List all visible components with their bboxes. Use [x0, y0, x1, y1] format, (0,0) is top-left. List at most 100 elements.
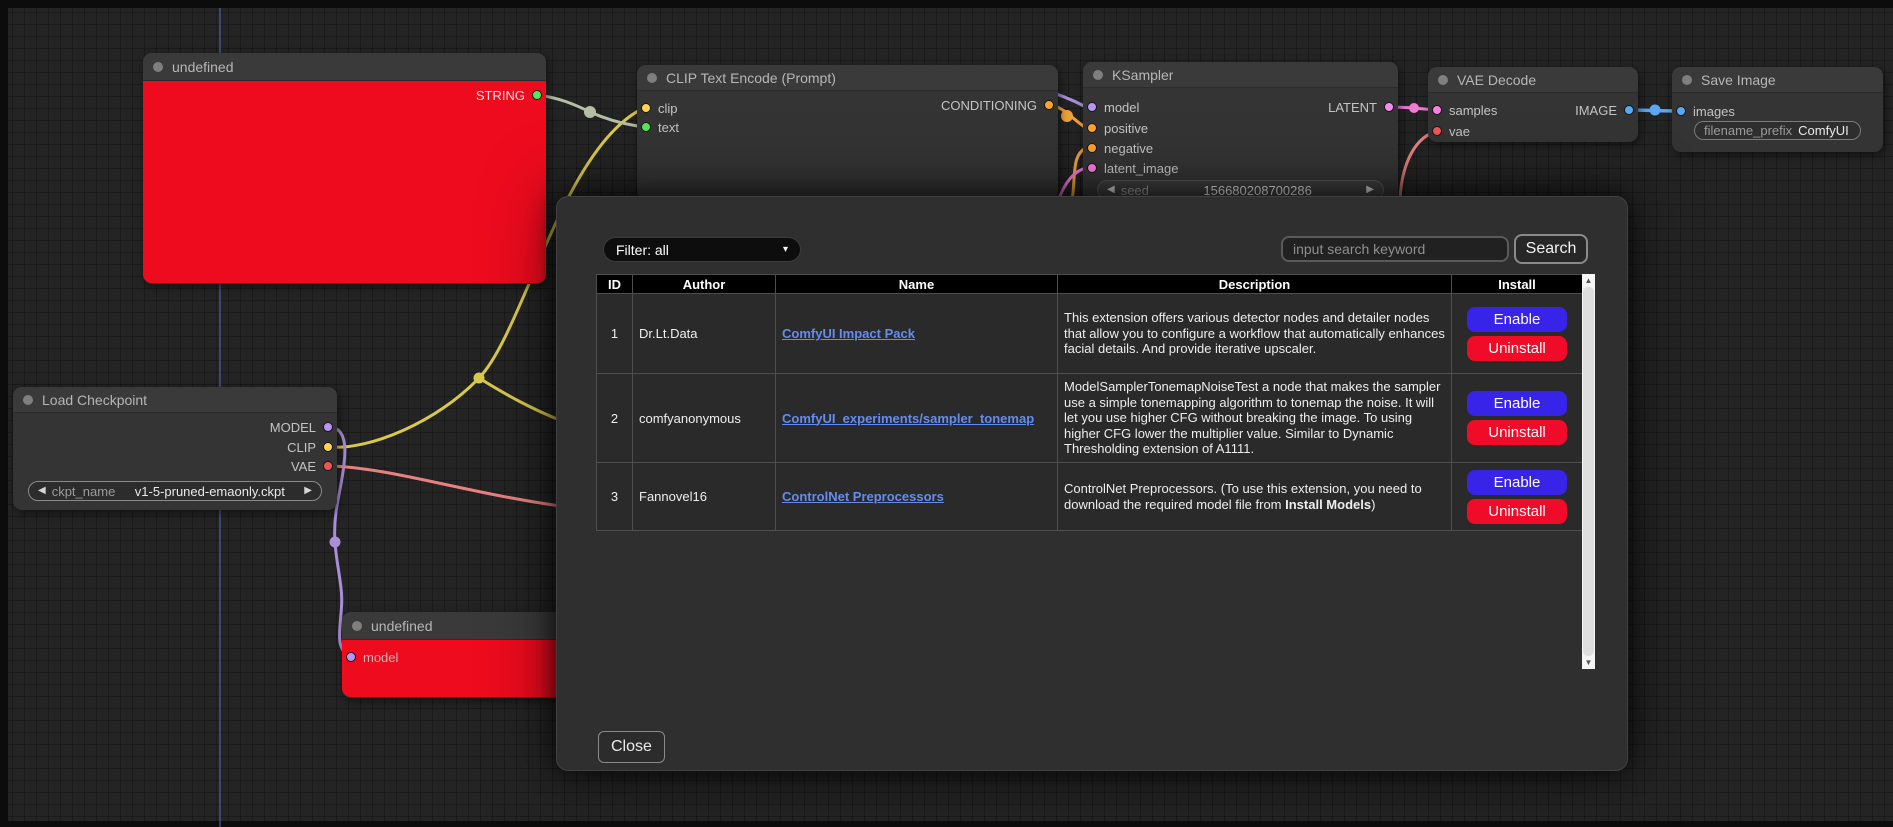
- column-header-install: Install: [1452, 275, 1583, 294]
- node-load-checkpoint[interactable]: Load Checkpoint MODEL CLIP VAE ◀ ckpt_na…: [13, 387, 337, 510]
- widget-value: v1-5-pruned-emaonly.ckpt: [121, 484, 298, 499]
- collapse-dot-icon[interactable]: [1438, 75, 1448, 85]
- extension-description: This extension offers various detector n…: [1058, 294, 1452, 374]
- node-vae-decode[interactable]: VAE Decode samples vae IMAGE: [1428, 67, 1638, 142]
- close-button[interactable]: Close: [598, 731, 665, 763]
- slot-label: text: [658, 120, 679, 135]
- extension-link[interactable]: ComfyUI Impact Pack: [782, 326, 915, 341]
- input-slot-negative[interactable]: [1087, 143, 1097, 153]
- search-button[interactable]: Search: [1514, 234, 1588, 264]
- extension-install-cell: Enable Uninstall: [1452, 294, 1583, 374]
- slot-label: negative: [1104, 141, 1153, 156]
- output-slot-latent[interactable]: [1384, 102, 1394, 112]
- link-dot-clip[interactable]: [474, 373, 485, 384]
- collapse-dot-icon[interactable]: [352, 621, 362, 631]
- node-ksampler[interactable]: KSampler model positive negative latent_…: [1083, 62, 1398, 205]
- input-slot-vae[interactable]: [1432, 126, 1442, 136]
- extension-author: Dr.Lt.Data: [633, 294, 776, 374]
- input-slot-text[interactable]: [641, 122, 651, 132]
- enable-button[interactable]: Enable: [1467, 470, 1567, 495]
- input-slot-model[interactable]: [1087, 102, 1097, 112]
- enable-button[interactable]: Enable: [1467, 391, 1567, 416]
- column-header-name: Name: [776, 275, 1058, 294]
- node-title: undefined: [371, 618, 433, 634]
- scrollbar-thumb[interactable]: [1583, 287, 1594, 656]
- output-slot-string[interactable]: [532, 90, 542, 100]
- slot-label: CLIP: [287, 440, 316, 455]
- widget-value: ComfyUI: [1798, 123, 1855, 138]
- extension-author: Fannovel16: [633, 463, 776, 531]
- input-slot-latent-image[interactable]: [1087, 163, 1097, 173]
- output-slot-conditioning[interactable]: [1044, 100, 1054, 110]
- input-slot-clip[interactable]: [641, 103, 651, 113]
- table-header-row: IDAuthorNameDescriptionInstall: [597, 275, 1583, 294]
- link-dot-model[interactable]: [330, 537, 341, 548]
- link-dot-image[interactable]: [1650, 105, 1661, 116]
- widget-label: ckpt_name: [52, 484, 116, 499]
- extension-id: 1: [597, 294, 633, 374]
- ckpt-name-widget[interactable]: ◀ ckpt_name v1-5-pruned-emaonly.ckpt ▶: [28, 481, 322, 501]
- link-dot-conditioning[interactable]: [1061, 110, 1073, 122]
- wire-clip-yellow-branch: [479, 378, 562, 421]
- enable-button[interactable]: Enable: [1467, 307, 1567, 332]
- link-dot-string[interactable]: [584, 106, 596, 118]
- filter-value: Filter: all: [616, 242, 669, 258]
- slot-label: model: [363, 650, 398, 665]
- search-input[interactable]: [1281, 236, 1509, 262]
- node-clip-text-encode[interactable]: CLIP Text Encode (Prompt) clip text COND…: [637, 65, 1058, 200]
- extension-table: IDAuthorNameDescriptionInstall 1Dr.Lt.Da…: [596, 274, 1583, 531]
- filename-prefix-widget[interactable]: filename_prefix ComfyUI: [1694, 121, 1861, 140]
- slot-label: samples: [1449, 103, 1497, 118]
- collapse-dot-icon[interactable]: [1093, 70, 1103, 80]
- extension-row: 1Dr.Lt.Data ComfyUI Impact Pack This exten…: [597, 294, 1583, 374]
- extension-link[interactable]: ControlNet Preprocessors: [782, 489, 944, 504]
- extension-author: comfyanonymous: [633, 374, 776, 463]
- extension-install-cell: Enable Uninstall: [1452, 463, 1583, 531]
- slot-label: STRING: [476, 88, 525, 103]
- collapse-dot-icon[interactable]: [647, 73, 657, 83]
- input-slot-model[interactable]: [346, 652, 356, 662]
- scrollbar[interactable]: ▲ ▼: [1582, 274, 1595, 669]
- widget-increment-icon[interactable]: ▶: [1366, 185, 1374, 195]
- extension-install-cell: Enable Uninstall: [1452, 374, 1583, 463]
- scroll-down-icon[interactable]: ▼: [1582, 656, 1595, 669]
- node-title: VAE Decode: [1457, 72, 1536, 88]
- extension-link[interactable]: ComfyUI_experiments/sampler_tonemap: [782, 411, 1034, 426]
- collapse-dot-icon[interactable]: [153, 62, 163, 72]
- collapse-dot-icon[interactable]: [23, 395, 33, 405]
- uninstall-button[interactable]: Uninstall: [1467, 336, 1567, 361]
- output-slot-model[interactable]: [323, 422, 333, 432]
- filter-dropdown[interactable]: Filter: all ▾: [603, 237, 801, 262]
- widget-increment-icon[interactable]: ▶: [304, 486, 312, 496]
- collapse-dot-icon[interactable]: [1682, 75, 1692, 85]
- extension-description: ControlNet Preprocessors. (To use this e…: [1058, 463, 1452, 531]
- node-title: Save Image: [1701, 72, 1776, 88]
- input-slot-positive[interactable]: [1087, 123, 1097, 133]
- link-dot-latent[interactable]: [1409, 103, 1419, 113]
- slot-label: CONDITIONING: [941, 98, 1037, 113]
- slot-label: IMAGE: [1575, 103, 1617, 118]
- comfyui-canvas[interactable]: undefined STRING CLIP Text Encode (Promp…: [0, 0, 1893, 827]
- slot-label: model: [1104, 100, 1139, 115]
- output-slot-image[interactable]: [1624, 105, 1634, 115]
- widget-decrement-icon[interactable]: ◀: [38, 486, 46, 496]
- slot-label: images: [1693, 104, 1735, 119]
- scroll-up-icon[interactable]: ▲: [1582, 274, 1595, 287]
- extension-id: 2: [597, 374, 633, 463]
- widget-decrement-icon[interactable]: ◀: [1107, 185, 1115, 195]
- node-title: KSampler: [1112, 67, 1173, 83]
- wire-vae-red-left: [330, 466, 560, 506]
- column-header-author: Author: [633, 275, 776, 294]
- output-slot-clip[interactable]: [323, 442, 333, 452]
- node-undefined-top[interactable]: undefined STRING: [143, 53, 546, 284]
- slot-label: vae: [1449, 124, 1470, 139]
- uninstall-button[interactable]: Uninstall: [1467, 420, 1567, 445]
- extension-list: IDAuthorNameDescriptionInstall 1Dr.Lt.Da…: [596, 274, 1595, 669]
- extension-name: ControlNet Preprocessors: [776, 463, 1058, 531]
- extension-description: ModelSamplerTonemapNoiseTest a node that…: [1058, 374, 1452, 463]
- input-slot-images[interactable]: [1676, 106, 1686, 116]
- node-save-image[interactable]: Save Image images filename_prefix ComfyU…: [1672, 67, 1883, 152]
- output-slot-vae[interactable]: [323, 461, 333, 471]
- uninstall-button[interactable]: Uninstall: [1467, 499, 1567, 524]
- input-slot-samples[interactable]: [1432, 105, 1442, 115]
